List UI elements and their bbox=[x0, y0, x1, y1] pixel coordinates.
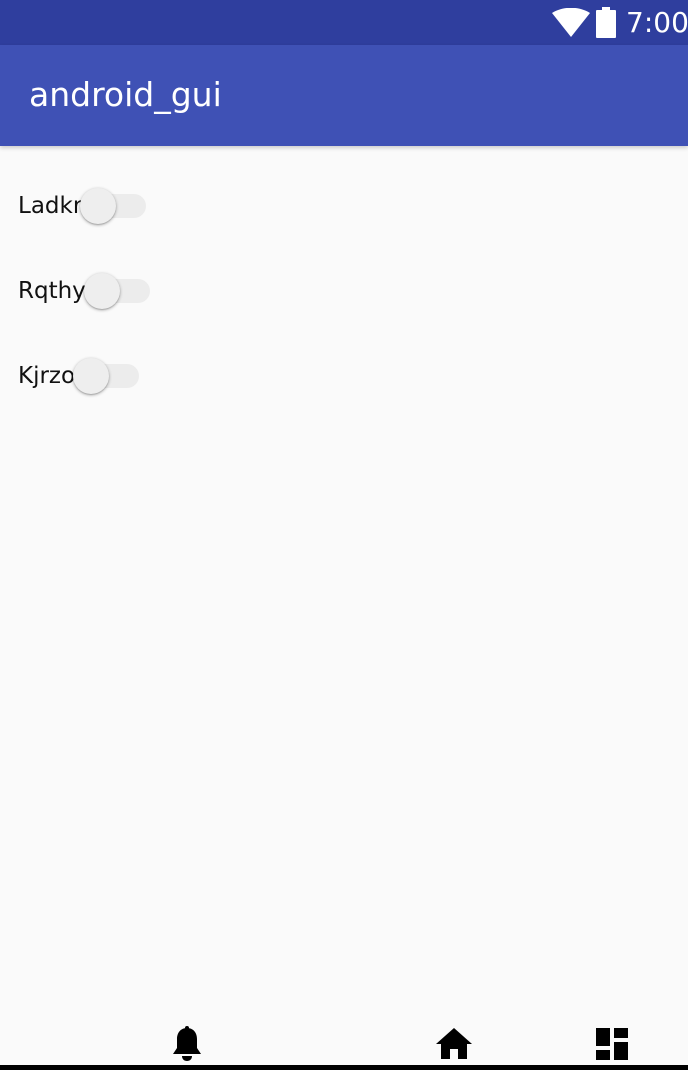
navigation-line bbox=[0, 1065, 688, 1070]
status-bar: 7:00 bbox=[0, 0, 688, 45]
switch-label: Ladkr bbox=[18, 193, 83, 219]
home-icon[interactable] bbox=[436, 1028, 472, 1060]
toggle-switch[interactable] bbox=[83, 269, 152, 313]
switch-label: Kjrzo bbox=[18, 363, 76, 389]
switch-row-rqthy[interactable]: Rqthy bbox=[18, 269, 152, 313]
bell-icon[interactable] bbox=[171, 1026, 203, 1064]
toggle-switch[interactable] bbox=[73, 354, 141, 398]
switch-row-kjrzo[interactable]: Kjrzo bbox=[18, 354, 141, 398]
screen: 7:00 android_gui Ladkr Rqthy Kjrzo bbox=[0, 0, 688, 1070]
navigation-bar bbox=[0, 1016, 688, 1070]
battery-icon bbox=[596, 7, 616, 38]
switch-label: Rqthy bbox=[18, 278, 86, 304]
switch-thumb[interactable] bbox=[73, 358, 110, 394]
toggle-switch[interactable] bbox=[80, 184, 148, 228]
app-title: android_gui bbox=[29, 75, 222, 114]
status-time: 7:00 bbox=[626, 6, 688, 39]
switch-thumb[interactable] bbox=[83, 273, 120, 309]
app-bar: android_gui bbox=[0, 45, 688, 146]
switch-thumb[interactable] bbox=[80, 188, 117, 224]
dashboard-icon[interactable] bbox=[596, 1028, 628, 1060]
switch-row-ladkr[interactable]: Ladkr bbox=[18, 184, 148, 228]
wifi-icon bbox=[552, 8, 590, 37]
